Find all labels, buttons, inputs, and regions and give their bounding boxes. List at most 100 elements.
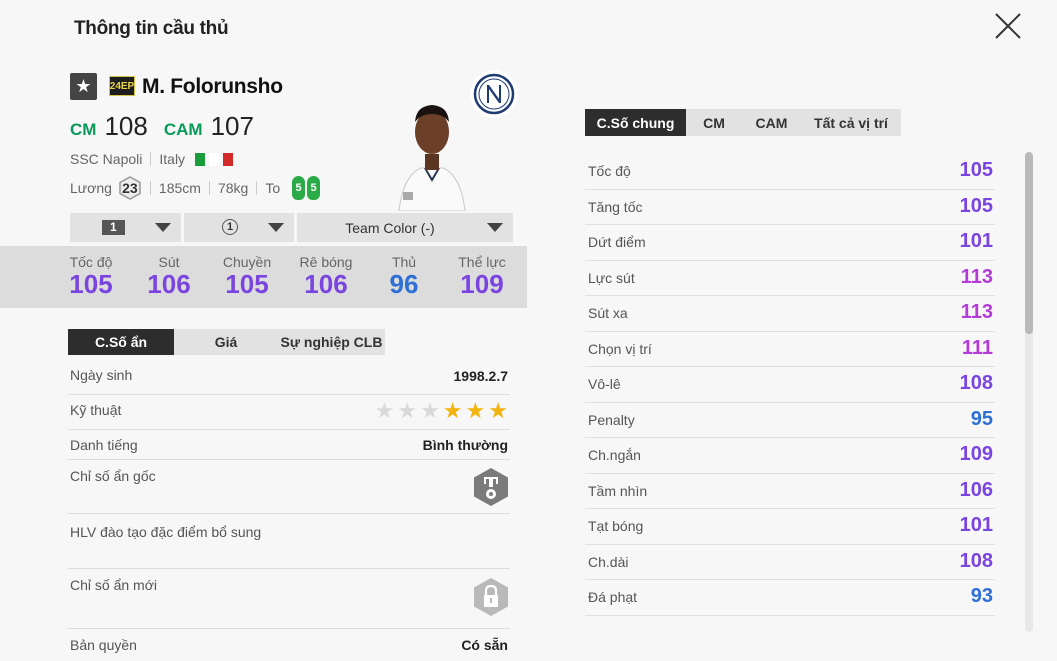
stat-tabs: C.Số chung CM CAM Tất cả vị trí xyxy=(585,109,901,136)
body-type: To xyxy=(265,180,281,196)
stat-label: Sút xa xyxy=(588,305,628,321)
stat-row: Chọn vị trí 111 xyxy=(585,332,995,367)
tab-cam[interactable]: CAM xyxy=(742,109,801,136)
star-empty-icon: ★ xyxy=(374,398,395,423)
summary-stat-value: 96 xyxy=(389,269,419,299)
stat-value: 95 xyxy=(970,407,993,430)
chevron-down-icon xyxy=(155,223,171,232)
stat-row: Dứt điểm 101 xyxy=(585,225,995,261)
stat-value: 93 xyxy=(970,585,993,607)
season-badge: 24EP xyxy=(109,76,135,96)
skill-stars: ★ ★ ★ ★ ★ ★ xyxy=(375,400,508,422)
summary-stat-label: Chuyền xyxy=(222,254,272,270)
stat-row: Vô-lê 108 xyxy=(585,367,995,403)
chevron-down-icon xyxy=(487,223,503,232)
stat-value: 109 xyxy=(959,443,993,465)
stat-label: Chọn vị trí xyxy=(588,340,652,357)
lock-icon[interactable] xyxy=(472,577,510,617)
club-nation-line: SSC Napoli Italy xyxy=(70,151,234,167)
summary-stat: Tốc độ 105 xyxy=(56,254,126,298)
stat-value: 108 xyxy=(959,372,993,394)
right-foot-icon: 5 xyxy=(307,176,321,200)
tab-cm[interactable]: CM xyxy=(686,109,742,136)
scrollbar[interactable] xyxy=(1025,152,1033,632)
tab-all-positions[interactable]: Tất cả vị trí xyxy=(801,109,901,136)
star-filled-icon: ★ xyxy=(465,398,486,423)
tab-hidden-stats[interactable]: C.Số ẩn xyxy=(68,329,174,355)
star-empty-icon: ★ xyxy=(420,398,440,423)
stat-row: Tăng tốc 105 xyxy=(585,190,995,225)
detail-label: Chỉ số ẩn gốc xyxy=(70,468,156,484)
position-ratings: CM 108 CAM 107 xyxy=(70,111,262,142)
tab-club-career[interactable]: Sự nghiệp CLB xyxy=(278,329,385,355)
scroll-thumb[interactable] xyxy=(1025,152,1033,334)
team-color-dropdown[interactable]: Team Color (-) xyxy=(297,213,513,242)
detail-row-birth: Ngày sinh 1998.2.7 xyxy=(68,366,510,395)
detail-label: Chỉ số ẩn mới xyxy=(70,577,157,593)
favorite-star-icon[interactable]: ★ xyxy=(70,73,97,100)
summary-stat: Chuyền 105 xyxy=(212,254,282,298)
summary-stat-label: Thể lực xyxy=(458,254,506,270)
stat-value: 101 xyxy=(959,514,993,536)
detail-value: 1998.2.7 xyxy=(453,368,509,384)
detail-label: HLV đào tạo đặc điểm bổ sung xyxy=(70,524,262,540)
stat-row: Ch.ngắn 109 xyxy=(585,438,995,474)
detail-row-hidden-stats: Chỉ số ẩn gốc xyxy=(68,460,510,514)
stat-row: Penalty 95 xyxy=(585,403,995,438)
upgrade-dropdown[interactable]: 1 xyxy=(184,213,294,242)
salary-label: Lương xyxy=(70,180,112,196)
summary-stat-label: Thủ xyxy=(391,254,417,270)
divider xyxy=(208,181,210,195)
stat-value: 106 xyxy=(959,478,993,501)
close-icon[interactable] xyxy=(992,10,1024,42)
star-filled-icon: ★ xyxy=(488,398,508,423)
italy-flag-icon xyxy=(195,152,234,166)
divider xyxy=(149,181,151,195)
detailed-stats-list: Tốc độ 105 Tăng tốc 105 Dứt điểm 101 Lực sút 11… xyxy=(585,154,995,616)
level-dropdown[interactable]: 1 xyxy=(70,213,181,242)
stat-row: Lực sút 113 xyxy=(585,261,995,296)
divider xyxy=(256,181,258,195)
tab-price[interactable]: Giá xyxy=(174,329,278,355)
summary-stat-value: 109 xyxy=(460,269,504,299)
player-name: M. Folorunsho xyxy=(142,75,283,98)
hidden-trait-icon[interactable] xyxy=(472,467,510,507)
star-empty-icon: ★ xyxy=(397,398,418,423)
height-value: 185cm xyxy=(158,180,201,196)
summary-stat: Rê bóng 106 xyxy=(291,254,361,298)
stat-row: Sút xa 113 xyxy=(585,296,995,332)
detail-label: Kỹ thuật xyxy=(70,402,122,418)
page-title: Thông tin cầu thủ xyxy=(74,18,229,39)
position-ovr: 107 xyxy=(210,111,254,141)
level-value: 1 xyxy=(102,220,125,235)
salary-badge: 23 xyxy=(118,176,142,200)
summary-stat-label: Rê bóng xyxy=(299,254,353,270)
position-ovr: 108 xyxy=(104,111,148,141)
stat-label: Dứt điểm xyxy=(588,234,646,250)
detail-row-coach: HLV đào tạo đặc điểm bổ sung xyxy=(68,514,510,569)
stat-row: Tầm nhìn 106 xyxy=(585,474,995,509)
player-photo xyxy=(398,105,466,211)
chevron-down-icon xyxy=(268,223,284,232)
feet-rating: 5 5 xyxy=(292,176,321,200)
stat-label: Tăng tốc xyxy=(588,198,643,215)
detail-label: Danh tiếng xyxy=(70,437,138,453)
salary-value: 23 xyxy=(122,180,138,196)
stat-label: Tốc độ xyxy=(588,163,631,179)
info-tabs: C.Số ẩn Giá Sự nghiệp CLB xyxy=(68,329,385,355)
detail-value: Có sẵn xyxy=(461,637,508,653)
detail-label: Ngày sinh xyxy=(70,367,133,383)
tab-general-stats[interactable]: C.Số chung xyxy=(585,109,686,136)
stat-label: Tạt bóng xyxy=(588,518,644,534)
stat-value: 105 xyxy=(959,194,993,217)
stat-label: Penalty xyxy=(588,411,635,428)
stat-label: Ch.ngắn xyxy=(588,447,641,463)
stat-row: Tốc độ 105 xyxy=(585,154,995,190)
divider xyxy=(150,152,152,166)
stat-label: Lực sút xyxy=(588,269,635,286)
stat-value: 111 xyxy=(961,336,993,359)
summary-stat-value: 106 xyxy=(304,269,348,299)
left-foot-icon: 5 xyxy=(292,176,306,200)
detail-row-reputation: Danh tiếng Bình thường xyxy=(68,430,510,460)
summary-stat-label: Tốc độ xyxy=(69,254,113,270)
